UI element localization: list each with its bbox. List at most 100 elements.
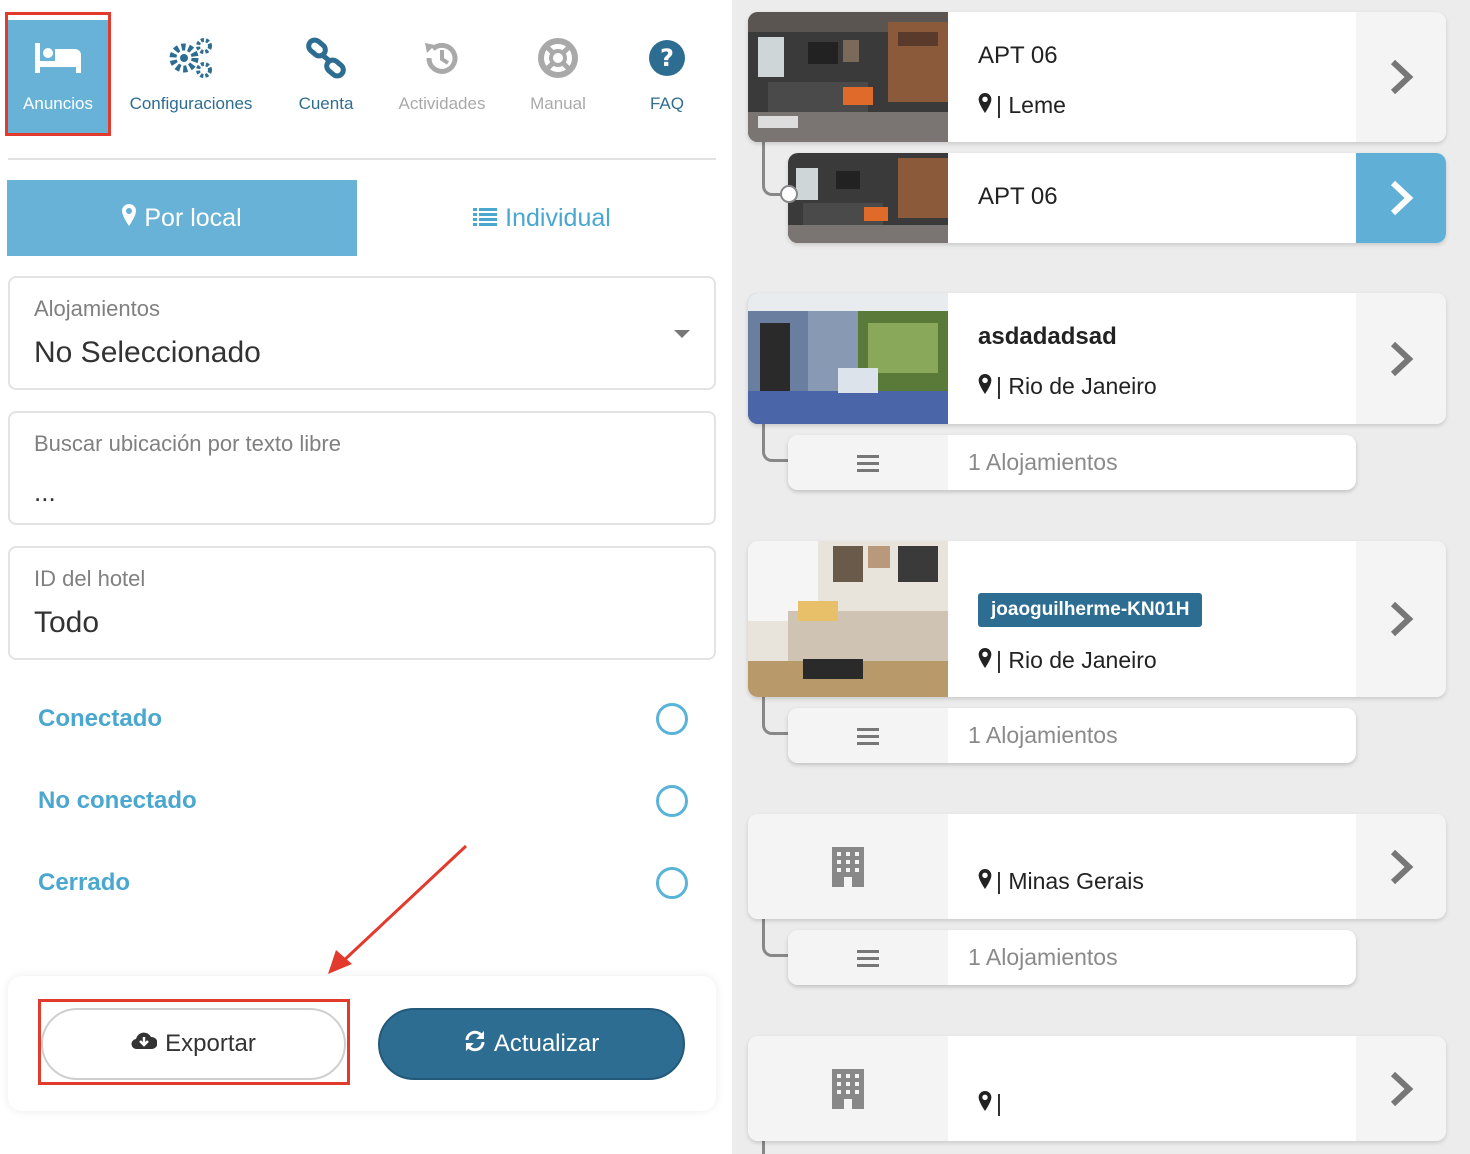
accommodations-count-row[interactable]: 1 Alojamientos	[788, 930, 1356, 985]
child-listing-card[interactable]: APT 06	[788, 153, 1446, 243]
filter-panel: Anuncios Configuraciones Cuenta Activida…	[0, 0, 732, 1154]
nav-divider	[8, 158, 716, 160]
tab-individual[interactable]: Individual	[357, 180, 727, 256]
lifebuoy-icon	[533, 36, 583, 80]
chevron-right-icon	[1390, 1071, 1414, 1106]
tab-por-local[interactable]: Por local	[7, 180, 357, 256]
chevron-right-icon	[1390, 849, 1414, 884]
listing-card[interactable]: asdadadsad | Rio de Janeiro	[748, 293, 1446, 424]
accommodations-count-row[interactable]: 1 Alojamientos	[788, 708, 1356, 763]
chevron-right-icon	[1390, 601, 1414, 637]
location-search-input[interactable]: Buscar ubicación por texto libre ...	[8, 411, 716, 525]
nav-faq[interactable]: ? FAQ	[628, 20, 706, 136]
field-label: Alojamientos	[34, 296, 160, 321]
filter-conectado[interactable]: Conectado	[38, 699, 698, 739]
location-text: | Rio de Janeiro	[996, 373, 1157, 399]
listing-photo	[748, 12, 948, 142]
nav-label: Configuraciones	[129, 94, 253, 113]
link-icon	[301, 36, 351, 80]
list-icon	[473, 204, 498, 233]
field-label: Buscar ubicación por texto libre	[34, 431, 341, 456]
radio-button[interactable]	[656, 867, 688, 899]
open-listing-button[interactable]	[1356, 153, 1446, 243]
field-value: ...	[34, 477, 56, 507]
nav-label: Actividades	[398, 94, 486, 113]
filter-no-conectado[interactable]: No conectado	[38, 781, 698, 821]
nav-label: Anuncios	[23, 94, 93, 113]
location-text: | Minas Gerais	[996, 868, 1144, 894]
filter-label: Conectado	[38, 705, 163, 732]
location-text: |	[996, 1090, 1002, 1116]
update-button[interactable]: Actualizar	[378, 1008, 685, 1080]
nav-label: Manual	[530, 94, 586, 113]
filter-label: Cerrado	[38, 869, 131, 896]
accommodations-count: 1 Alojamientos	[968, 944, 1118, 970]
map-marker-icon	[978, 92, 992, 119]
nav-configuraciones[interactable]: Configuraciones	[122, 20, 260, 136]
listing-title: APT 06	[978, 42, 1058, 69]
open-listing-button[interactable]	[1356, 1036, 1446, 1141]
listing-location: | Leme	[978, 92, 1066, 119]
listing-location: | Minas Gerais	[978, 868, 1144, 895]
map-marker-icon	[978, 647, 992, 674]
accommodations-count-row[interactable]: 1 Alojamientos	[788, 435, 1356, 490]
menu-icon	[788, 435, 948, 490]
listing-card[interactable]: joaoguilherme-KN01H | Rio de Janeiro	[748, 541, 1446, 697]
building-icon	[748, 814, 948, 919]
nav-label: Cuenta	[298, 94, 354, 113]
nav-label: FAQ	[649, 94, 684, 113]
listing-title: asdadadsad	[978, 323, 1117, 350]
filter-label: No conectado	[38, 787, 197, 814]
map-marker-icon	[978, 868, 992, 895]
accommodations-count: 1 Alojamientos	[968, 449, 1118, 475]
listing-title: APT 06	[978, 183, 1058, 210]
location-text: | Leme	[996, 92, 1066, 118]
map-marker-icon	[978, 373, 992, 400]
chevron-right-icon	[1390, 59, 1414, 95]
map-marker-icon	[122, 203, 137, 233]
open-listing-button[interactable]	[1356, 293, 1446, 424]
top-navigation: Anuncios Configuraciones Cuenta Activida…	[0, 0, 732, 160]
bed-icon	[33, 36, 83, 80]
listing-photo	[788, 153, 948, 243]
accommodations-count: 1 Alojamientos	[968, 722, 1118, 748]
chevron-right-icon	[1390, 180, 1414, 216]
listing-photo	[748, 541, 948, 697]
listing-location: | Rio de Janeiro	[978, 647, 1157, 674]
refresh-icon	[464, 1030, 486, 1059]
listings-panel: APT 06 | Leme APT 06 asdadadsad | Rio de…	[732, 0, 1470, 1154]
export-button[interactable]: Exportar	[41, 1008, 346, 1080]
accommodations-select[interactable]: Alojamientos No Seleccionado	[8, 276, 716, 390]
question-icon: ?	[642, 36, 692, 80]
cloud-download-icon	[131, 1030, 158, 1058]
tab-label: Por local	[144, 203, 242, 232]
open-listing-button[interactable]	[1356, 814, 1446, 919]
menu-icon	[788, 708, 948, 763]
listing-card[interactable]: APT 06 | Leme	[748, 12, 1446, 142]
listing-card[interactable]: |	[748, 1036, 1446, 1141]
listing-card[interactable]: | Minas Gerais	[748, 814, 1446, 919]
button-label: Actualizar	[493, 1030, 600, 1057]
building-icon	[748, 1036, 948, 1141]
listing-photo	[748, 293, 948, 424]
hotel-id-field[interactable]: ID del hotel Todo	[8, 546, 716, 660]
open-listing-button[interactable]	[1356, 12, 1446, 142]
chevron-down-icon	[674, 330, 690, 338]
nav-anuncios[interactable]: Anuncios	[8, 20, 108, 136]
listing-location: |	[978, 1090, 1002, 1117]
listing-badge: joaoguilherme-KN01H	[978, 593, 1203, 627]
radio-button[interactable]	[656, 785, 688, 817]
annotation-arrow-icon	[328, 844, 468, 974]
field-label: ID del hotel	[34, 566, 146, 591]
radio-button[interactable]	[656, 703, 688, 735]
nav-cuenta[interactable]: Cuenta	[280, 20, 372, 136]
svg-text:?: ?	[660, 44, 674, 72]
gears-icon	[166, 36, 216, 80]
nav-manual[interactable]: Manual	[514, 20, 602, 136]
listing-location: | Rio de Janeiro	[978, 373, 1157, 400]
nav-actividades[interactable]: Actividades	[388, 20, 496, 136]
chevron-right-icon	[1390, 341, 1414, 376]
tab-label: Individual	[505, 203, 611, 232]
open-listing-button[interactable]	[1356, 541, 1446, 697]
map-marker-icon	[978, 1090, 992, 1117]
